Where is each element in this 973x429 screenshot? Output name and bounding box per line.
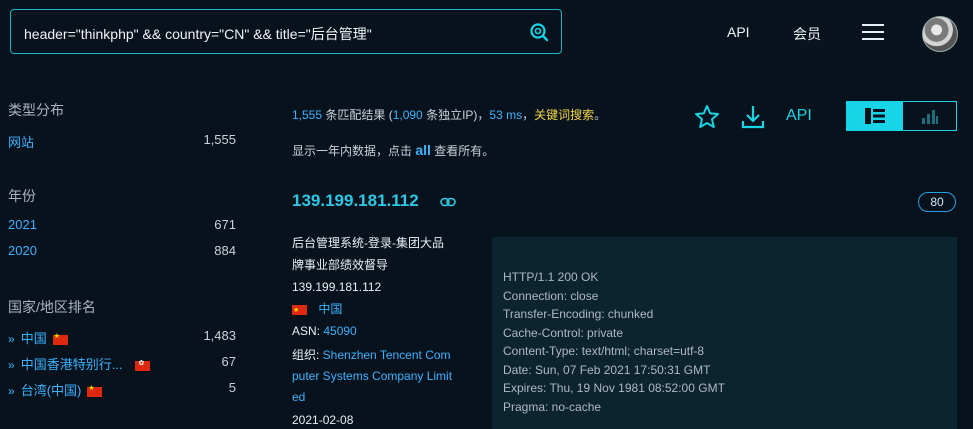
- chevron-right-icon: »: [8, 384, 15, 398]
- banner-line: Pragma: no-cache: [503, 400, 602, 414]
- banner-line: Content-Type: text/html; charset=utf-8: [503, 344, 705, 358]
- top-bar: header="thinkphp" && country="CN" && tit…: [0, 0, 973, 70]
- asn-link[interactable]: 45090: [323, 324, 356, 338]
- result-stats: 1,555 条匹配结果 (1,090 条独立IP)，53 ms，关键词搜索。: [292, 108, 607, 122]
- http-banner: HTTP/1.1 200 OK Connection: close Transf…: [492, 237, 957, 429]
- bar-chart-icon: [922, 110, 938, 124]
- country-label[interactable]: » 台湾(中国): [8, 380, 103, 399]
- result-ip-link[interactable]: 139.199.181.112: [292, 191, 419, 211]
- org-link[interactable]: Shenzhen Tencent Com: [323, 348, 451, 362]
- year-label[interactable]: 2020: [8, 243, 37, 258]
- result-ip-text[interactable]: 139.199.181.112: [292, 278, 468, 296]
- unique-ip-count: 1,090: [392, 108, 423, 122]
- result-asn: ASN: 45090: [292, 324, 357, 338]
- result-org: 组织: Shenzhen Tencent Com puter Systems C…: [292, 348, 453, 404]
- result-date: 2021-02-08: [292, 413, 354, 427]
- country-row-china[interactable]: »中国 1,483: [8, 328, 236, 346]
- banner-line: Connection: close: [503, 289, 599, 303]
- china-flag-icon: [87, 384, 103, 397]
- chain-link-icon[interactable]: [440, 197, 456, 207]
- hamburger-menu-icon[interactable]: [862, 22, 884, 42]
- type-count: 1,555: [203, 132, 236, 147]
- banner-line: Expires: Thu, 19 Nov 1981 08:52:00 GMT: [503, 381, 725, 395]
- type-label[interactable]: 网站: [8, 132, 34, 151]
- country-row-taiwan[interactable]: »台湾(中国) 5: [8, 380, 236, 398]
- port-badge[interactable]: 80: [918, 192, 956, 212]
- search-query[interactable]: header="thinkphp" && country="CN" && tit…: [24, 24, 372, 44]
- list-view-icon: [865, 108, 885, 124]
- match-count: 1,555: [292, 108, 323, 122]
- banner-line: Cache-Control: private: [503, 326, 624, 340]
- year-count: 884: [214, 243, 236, 258]
- country-count: 67: [221, 354, 236, 369]
- star-icon[interactable]: [694, 104, 720, 130]
- banner-line: Transfer-Encoding: chunked: [503, 307, 654, 321]
- nav-api-link[interactable]: API: [727, 24, 750, 40]
- chevron-right-icon: »: [8, 358, 15, 372]
- result-country[interactable]: 中国: [292, 300, 468, 320]
- year-label[interactable]: 2021: [8, 217, 37, 232]
- hongkong-flag-icon: [134, 359, 150, 371]
- chevron-right-icon: »: [8, 332, 15, 346]
- avatar[interactable]: [922, 16, 958, 52]
- info-text: 显示一年内数据，点击 all 查看所有。: [292, 142, 495, 158]
- download-icon[interactable]: [740, 104, 766, 130]
- china-flag-icon: [292, 302, 307, 320]
- result-title: 后台管理系统-登录-集团大品 牌事业部绩效督导: [292, 236, 444, 272]
- country-label[interactable]: » 中国香港特别行...: [8, 354, 150, 373]
- query-time: 53 ms: [489, 108, 523, 122]
- list-view-button[interactable]: [847, 102, 903, 130]
- all-link[interactable]: all: [415, 142, 431, 158]
- country-row-hongkong[interactable]: »中国香港特别行... 67: [8, 354, 236, 372]
- chart-view-button[interactable]: [903, 102, 956, 130]
- banner-line: HTTP/1.1 200 OK: [503, 270, 599, 284]
- view-toggle: [846, 101, 957, 131]
- country-count: 5: [228, 380, 236, 395]
- search-input[interactable]: header="thinkphp" && country="CN" && tit…: [10, 9, 562, 54]
- year-count: 671: [214, 217, 236, 232]
- keyword-search-link[interactable]: 关键词搜索: [534, 108, 594, 122]
- country-count: 1,483: [203, 328, 236, 343]
- country-label[interactable]: » 中国: [8, 328, 68, 347]
- search-icon[interactable]: [529, 22, 549, 42]
- api-link[interactable]: API: [786, 107, 812, 125]
- year-row-2021[interactable]: 2021 671: [8, 217, 236, 235]
- banner-line: Date: Sun, 07 Feb 2021 17:50:31 GMT: [503, 363, 711, 377]
- nav-member-link[interactable]: 会员: [793, 24, 821, 44]
- year-row-2020[interactable]: 2020 884: [8, 243, 236, 261]
- china-flag-icon: [52, 332, 68, 345]
- type-distribution-title: 类型分布: [8, 102, 64, 118]
- year-title: 年份: [8, 188, 36, 204]
- country-ranking-title: 国家/地区排名: [8, 299, 96, 315]
- type-row-website[interactable]: 网站 1,555: [8, 132, 236, 150]
